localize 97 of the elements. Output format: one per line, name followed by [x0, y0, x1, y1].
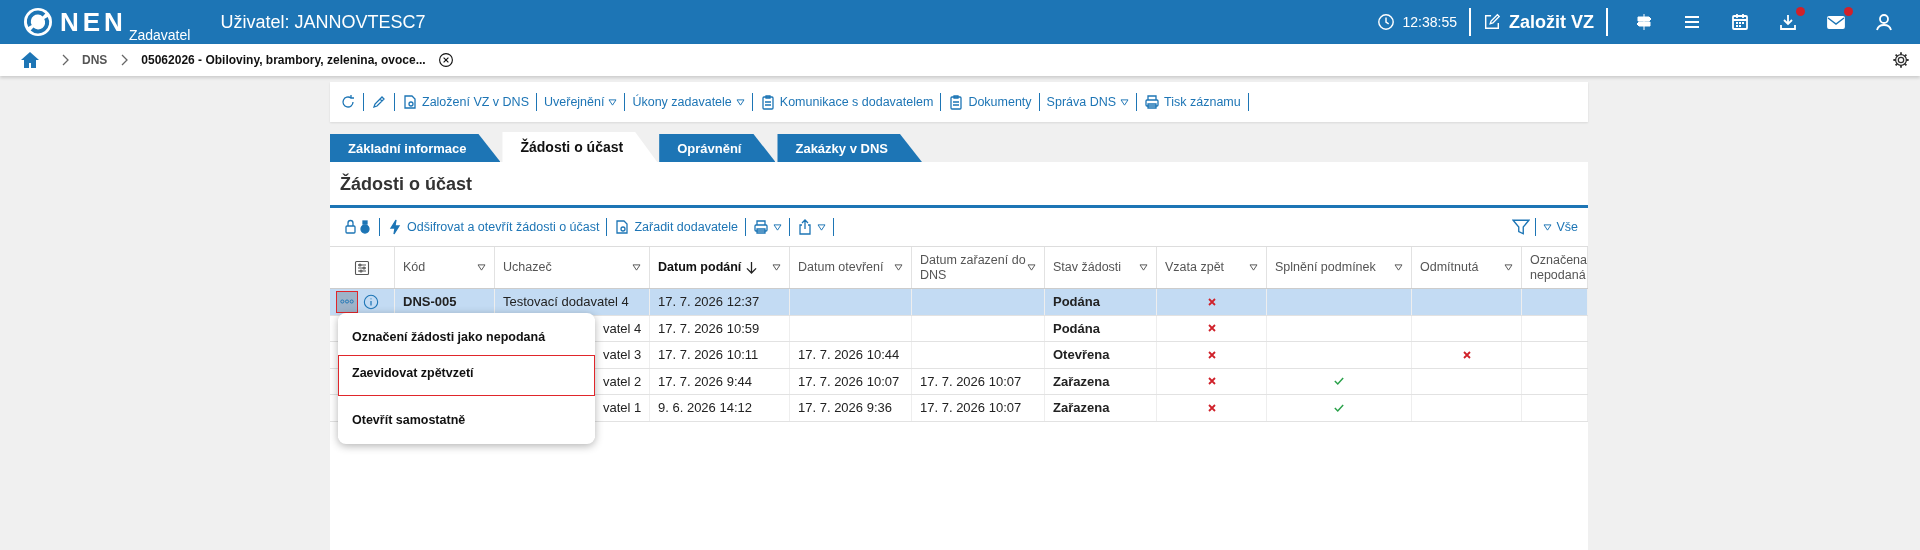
- column-header[interactable]: Uchazeč: [503, 260, 632, 275]
- table-cell: vatel 4: [603, 320, 642, 336]
- table-row[interactable]: DNS-005 Testovací dodavatel 4 17. 7. 2026 12:37 Podána: [330, 289, 1588, 316]
- toolbar-button[interactable]: Tisk záznamu: [1142, 94, 1243, 110]
- menu-item[interactable]: Označení žádosti jako nepodaná: [338, 319, 595, 355]
- clock-time: 12:38:55: [1402, 14, 1457, 30]
- column-filter-icon[interactable]: [477, 264, 486, 271]
- table-cell: 17. 7. 2026 10:11: [658, 347, 759, 363]
- table-cell: Testovací dodavatel 4: [503, 294, 629, 310]
- column-filter-icon[interactable]: [1394, 264, 1403, 271]
- table-cell: Podána: [1053, 294, 1100, 310]
- table-cell: vatel 2: [603, 373, 642, 389]
- column-header[interactable]: Kód: [403, 260, 477, 275]
- filter-icon[interactable]: [1512, 218, 1531, 236]
- signpost-icon[interactable]: [1634, 12, 1654, 32]
- document-gear-icon: [614, 219, 631, 235]
- table-cell: 17. 7. 2026 10:44: [798, 347, 900, 363]
- column-filter-icon[interactable]: [1027, 264, 1036, 271]
- column-filter-icon[interactable]: [1139, 264, 1148, 271]
- logo-icon: [22, 6, 54, 38]
- column-filter-icon[interactable]: [1249, 264, 1258, 271]
- column-header[interactable]: Stav žádosti: [1053, 260, 1139, 275]
- table-cell: 17. 7. 2026 9:44: [658, 373, 752, 389]
- column-filter-icon[interactable]: [632, 264, 641, 271]
- home-icon[interactable]: [20, 50, 40, 70]
- table-cell: 17. 7. 2026 9:36: [798, 400, 892, 416]
- lock-icon: [344, 219, 372, 235]
- table-cell: 17. 7. 2026 10:59: [658, 320, 760, 336]
- table-cell: vatel 1: [603, 400, 642, 416]
- share-icon: [797, 219, 813, 235]
- column-filter-icon[interactable]: [1504, 264, 1513, 271]
- table-cell: Zařazena: [1053, 400, 1110, 416]
- action-button[interactable]: Odšifrovat a otevřít žádosti o účast: [385, 219, 602, 235]
- column-filter-icon[interactable]: [772, 264, 781, 271]
- toolbar-button[interactable]: Komunikace s dodavatelem: [757, 94, 936, 110]
- table-cell: Otevřena: [1053, 347, 1110, 363]
- logo-text: NEN: [60, 6, 127, 38]
- column-settings-icon[interactable]: [354, 259, 370, 276]
- column-header[interactable]: Odmítnutá: [1420, 260, 1504, 275]
- breadcrumb-link[interactable]: 05062026 - Obiloviny, brambory, zelenina, ovoce...: [141, 53, 426, 67]
- column-header[interactable]: Označena nepodaná: [1530, 253, 1587, 282]
- document-gear-icon: [402, 94, 418, 110]
- clipboard-icon: [759, 94, 776, 110]
- table-cell: 17. 7. 2026 10:07: [920, 373, 1022, 389]
- tab[interactable]: Žádosti o účast: [502, 132, 658, 162]
- printer-icon: [1144, 94, 1161, 110]
- edit-icon: [1483, 13, 1501, 31]
- action-button[interactable]: [751, 219, 784, 235]
- download-icon[interactable]: [1778, 12, 1798, 32]
- toolbar-button[interactable]: Úkony zadavatele: [630, 95, 747, 109]
- table-cell: 9. 6. 2026 14:12: [658, 400, 752, 416]
- pencil-icon: [371, 94, 387, 110]
- tab[interactable]: Oprávnění: [659, 134, 776, 162]
- calendar-icon[interactable]: [1730, 12, 1750, 32]
- chevron-icon: [60, 53, 70, 67]
- create-button[interactable]: Založit VZ: [1483, 11, 1594, 33]
- more-icon: [340, 299, 354, 305]
- table-cell: 17. 7. 2026 10:07: [920, 400, 1022, 416]
- table-cell: Zařazena: [1053, 373, 1110, 389]
- settings-icon[interactable]: [1892, 51, 1910, 69]
- refresh-icon: [340, 94, 356, 110]
- user-icon[interactable]: [1874, 12, 1894, 32]
- column-header[interactable]: Splnění podmínek: [1275, 260, 1394, 275]
- close-icon[interactable]: [437, 52, 454, 68]
- toolbar-button[interactable]: Správa DNS: [1044, 95, 1132, 109]
- info-icon[interactable]: [363, 293, 379, 310]
- filter-dropdown[interactable]: Vše: [1541, 220, 1580, 234]
- printer-icon: [753, 219, 769, 235]
- table-cell: Podána: [1053, 320, 1100, 336]
- more-button[interactable]: [336, 290, 358, 313]
- table-cell: DNS-005: [403, 294, 457, 310]
- lightning-icon: [387, 219, 403, 235]
- table-cell: vatel 3: [603, 347, 642, 363]
- column-header[interactable]: Vzata zpět: [1165, 260, 1249, 275]
- caret-icon: [1543, 223, 1553, 231]
- column-header[interactable]: Datum zařazení do DNS: [920, 253, 1027, 282]
- column-header[interactable]: Datum podání: [658, 260, 742, 275]
- toolbar-button[interactable]: Uveřejnění: [542, 95, 620, 109]
- section-title: Žádosti o účast: [330, 162, 1588, 208]
- table-cell: 17. 7. 2026 12:37: [658, 294, 760, 310]
- menu-item[interactable]: Otevřít samostatně: [338, 402, 595, 438]
- tab[interactable]: Zakázky v DNS: [777, 134, 922, 162]
- user-label: Uživatel: JANNOVTESC7: [220, 11, 426, 33]
- toolbar-button[interactable]: Založení VZ v DNS: [400, 94, 531, 110]
- toolbar-button[interactable]: Dokumenty: [946, 94, 1034, 110]
- role-label: Zadavatel: [128, 27, 191, 43]
- table-cell: 17. 7. 2026 10:07: [798, 373, 900, 389]
- breadcrumb-link[interactable]: DNS: [82, 53, 108, 67]
- sort-down-icon: [746, 261, 758, 274]
- clipboard-icon: [948, 94, 965, 110]
- action-button[interactable]: Zařadit dodavatele: [612, 219, 740, 235]
- clock-icon: [1376, 13, 1395, 31]
- column-header[interactable]: Datum otevření: [798, 260, 894, 275]
- chevron-icon: [119, 53, 130, 67]
- menu-item[interactable]: Zaevidovat zpětvzetí: [338, 355, 595, 396]
- column-filter-icon[interactable]: [894, 264, 903, 271]
- tab[interactable]: Základní informace: [330, 134, 501, 162]
